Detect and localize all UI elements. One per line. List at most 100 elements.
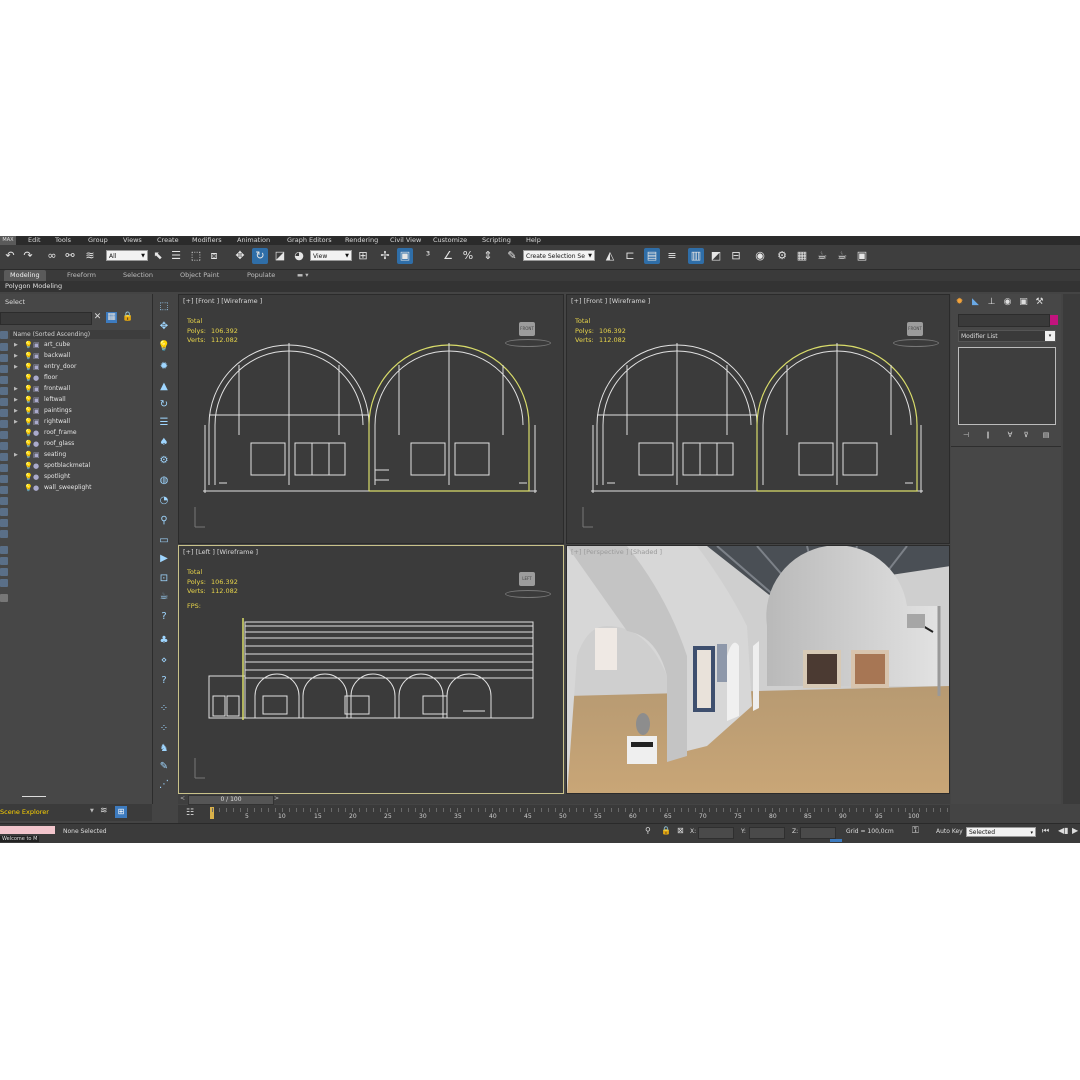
list-item[interactable]: 💡 ● spotblackmetal xyxy=(10,461,150,471)
menu-civil-view[interactable]: Civil View xyxy=(390,236,421,245)
menu-edit[interactable]: Edit xyxy=(28,236,41,245)
list-item[interactable]: ▶ 💡 ▣ rightwall xyxy=(10,417,150,427)
select-icon[interactable]: ⬚ xyxy=(157,300,171,314)
viewport-perspective[interactable]: [+] [Perspective ] [Shaded ] xyxy=(566,545,950,794)
remove-modifier-icon[interactable]: ⊽ xyxy=(1019,430,1033,440)
scene-explorer-dropdown[interactable]: Scene Explorer xyxy=(0,808,49,816)
ribbon-tab-modeling[interactable]: Modeling xyxy=(4,270,46,281)
unlink-icon[interactable]: ⚯ xyxy=(62,248,78,264)
list-item[interactable]: 💡 ● roof_glass xyxy=(10,439,150,449)
render-online-icon[interactable]: ▣ xyxy=(854,248,870,264)
toggle-ribbon-icon[interactable]: ▥ xyxy=(688,248,704,264)
frame-icon[interactable]: ⊡ xyxy=(157,572,171,586)
paint-brush-icon[interactable]: ✎ xyxy=(157,760,171,774)
keyboard-shortcut-override-icon[interactable]: ▣ xyxy=(397,248,413,264)
x-coord-field[interactable] xyxy=(698,827,734,839)
foot-icon[interactable]: ⋰ xyxy=(157,778,171,792)
gear-icon[interactable]: ⚙ xyxy=(157,454,171,468)
object-color-swatch[interactable] xyxy=(1050,315,1058,325)
curve-editor-icon[interactable]: ◩ xyxy=(708,248,724,264)
schematic-view-icon[interactable]: ⊟ xyxy=(728,248,744,264)
toggle-scene-explorer-icon[interactable]: ▤ xyxy=(644,248,660,264)
move-icon[interactable]: ✥ xyxy=(232,248,248,264)
configure-sets-icon[interactable]: ▤ xyxy=(1039,430,1053,440)
bind-spacewarp-icon[interactable]: ≋ xyxy=(82,248,98,264)
scale-icon[interactable]: ◪ xyxy=(272,248,288,264)
viewport-front-2[interactable]: [+] [Front ] [Wireframe ] Total Polys: 10… xyxy=(566,294,950,544)
viewport-front-1[interactable]: [+] [Front ] [Wireframe ] Total Polys: 10… xyxy=(178,294,564,544)
explorer-search-input[interactable] xyxy=(0,312,92,325)
modifier-stack[interactable] xyxy=(958,347,1056,425)
key-filter-dropdown[interactable]: Selected ▾ xyxy=(966,827,1036,837)
isolate-icon[interactable]: ⚲ xyxy=(645,826,651,835)
maxscript-listener-input[interactable] xyxy=(0,826,55,834)
list-item[interactable]: ▶ 💡 ▣ paintings xyxy=(10,406,150,416)
link-icon[interactable]: ∞ xyxy=(44,248,60,264)
list-item[interactable]: 💡 ● roof_frame xyxy=(10,428,150,438)
list-item[interactable]: ▶ 💡 ▣ seating xyxy=(10,450,150,460)
list-item[interactable]: 💡 ● floor xyxy=(10,373,150,383)
window-crossing-icon[interactable]: ⧈ xyxy=(206,248,222,264)
pivot-center-icon[interactable]: ⊞ xyxy=(355,248,371,264)
select-object-icon[interactable]: ⬉ xyxy=(150,248,166,264)
selection-filter-dropdown[interactable]: All ▼ xyxy=(106,250,148,261)
app-logo[interactable]: MAX xyxy=(0,236,16,245)
chevron-down-icon[interactable]: ▼ xyxy=(90,808,94,814)
menu-help[interactable]: Help xyxy=(526,236,541,245)
reference-coordinate-dropdown[interactable]: View ▼ xyxy=(310,250,352,261)
absolute-mode-icon[interactable]: ⊠ xyxy=(677,826,684,835)
rotate-icon[interactable]: ↻ xyxy=(252,248,268,264)
bulb-icon[interactable]: ⚲ xyxy=(157,514,171,528)
menu-customize[interactable]: Customize xyxy=(433,236,467,245)
bell-icon[interactable]: ♠ xyxy=(157,436,171,450)
filter-icon[interactable]: ▦ xyxy=(106,312,117,323)
snaps-toggle-icon[interactable]: ³ xyxy=(420,248,436,264)
list-item[interactable]: ▶ 💡 ▣ backwall xyxy=(10,351,150,361)
polygon-modeling-panel[interactable]: Polygon Modeling xyxy=(5,281,62,292)
auto-key-button[interactable]: Auto Key xyxy=(936,828,963,835)
time-slider[interactable]: < 0 / 100 > xyxy=(178,794,950,805)
sphere-icon[interactable]: ◍ xyxy=(157,474,171,488)
panel-scrollbar[interactable] xyxy=(1063,294,1080,804)
sun-icon[interactable]: ✹ xyxy=(157,360,171,374)
list-item[interactable]: ▶ 💡 ▣ leftwall xyxy=(10,395,150,405)
lock-icon[interactable]: 🔒 xyxy=(122,312,133,323)
curve-editor-mini-icon[interactable]: ☷ xyxy=(186,808,194,818)
hierarchy-icon[interactable]: ⊞ xyxy=(115,806,127,818)
rendered-frame-window-icon[interactable]: ▦ xyxy=(794,248,810,264)
motion-tab-icon[interactable]: ◉ xyxy=(1001,296,1014,309)
chevron-right-icon[interactable]: > xyxy=(274,795,279,802)
ribbon-tab-selection[interactable]: Selection xyxy=(123,270,153,281)
menu-animation[interactable]: Animation xyxy=(237,236,270,245)
drops-icon[interactable]: ⋄ xyxy=(157,654,171,668)
redo-icon[interactable]: ↷ xyxy=(20,248,36,264)
render-setup-icon[interactable]: ⚙ xyxy=(774,248,790,264)
viewport-label[interactable]: [+] [Perspective ] [Shaded ] xyxy=(571,548,662,556)
mirror-icon[interactable]: ◭ xyxy=(602,248,618,264)
explorer-tool-icon[interactable] xyxy=(0,331,8,339)
move-icon[interactable]: ✥ xyxy=(157,320,171,334)
list-item[interactable]: ▶ 💡 ▣ entry_door xyxy=(10,362,150,372)
goto-start-icon[interactable]: ⏮ xyxy=(1042,826,1049,836)
y-coord-field[interactable] xyxy=(749,827,785,839)
spinner-snap-icon[interactable]: ⇕ xyxy=(480,248,496,264)
menu-create[interactable]: Create xyxy=(157,236,179,245)
angle-snap-icon[interactable]: ∠ xyxy=(440,248,456,264)
list-icon[interactable]: ☰ xyxy=(157,416,171,430)
viewport-left[interactable]: [+] [Left ] [Wireframe ] Total Polys: 106… xyxy=(178,545,564,794)
paint-icon[interactable]: ◔ xyxy=(157,494,171,508)
align-icon[interactable]: ⊏ xyxy=(622,248,638,264)
render-production-icon[interactable]: ☕ xyxy=(814,248,830,264)
time-slider-thumb[interactable]: 0 / 100 xyxy=(188,795,274,805)
layers-icon[interactable]: ≋ xyxy=(100,806,108,816)
track-bar[interactable]: ☷ 5 10 15 20 25 30 35 40 45 50 55 60 65 … xyxy=(178,805,950,823)
ribbon-tab-populate[interactable]: Populate xyxy=(247,270,275,281)
menu-rendering[interactable]: Rendering xyxy=(345,236,378,245)
close-icon[interactable]: ✕ xyxy=(92,312,103,323)
layer-explorer-icon[interactable]: ≡ xyxy=(664,248,680,264)
list-item[interactable]: ▶ 💡 ▣ art_cube xyxy=(10,340,150,350)
refresh-icon[interactable]: ↻ xyxy=(157,398,171,412)
menu-group[interactable]: Group xyxy=(88,236,108,245)
menu-scripting[interactable]: Scripting xyxy=(482,236,511,245)
list-item[interactable]: 💡 ● spotlight xyxy=(10,472,150,482)
